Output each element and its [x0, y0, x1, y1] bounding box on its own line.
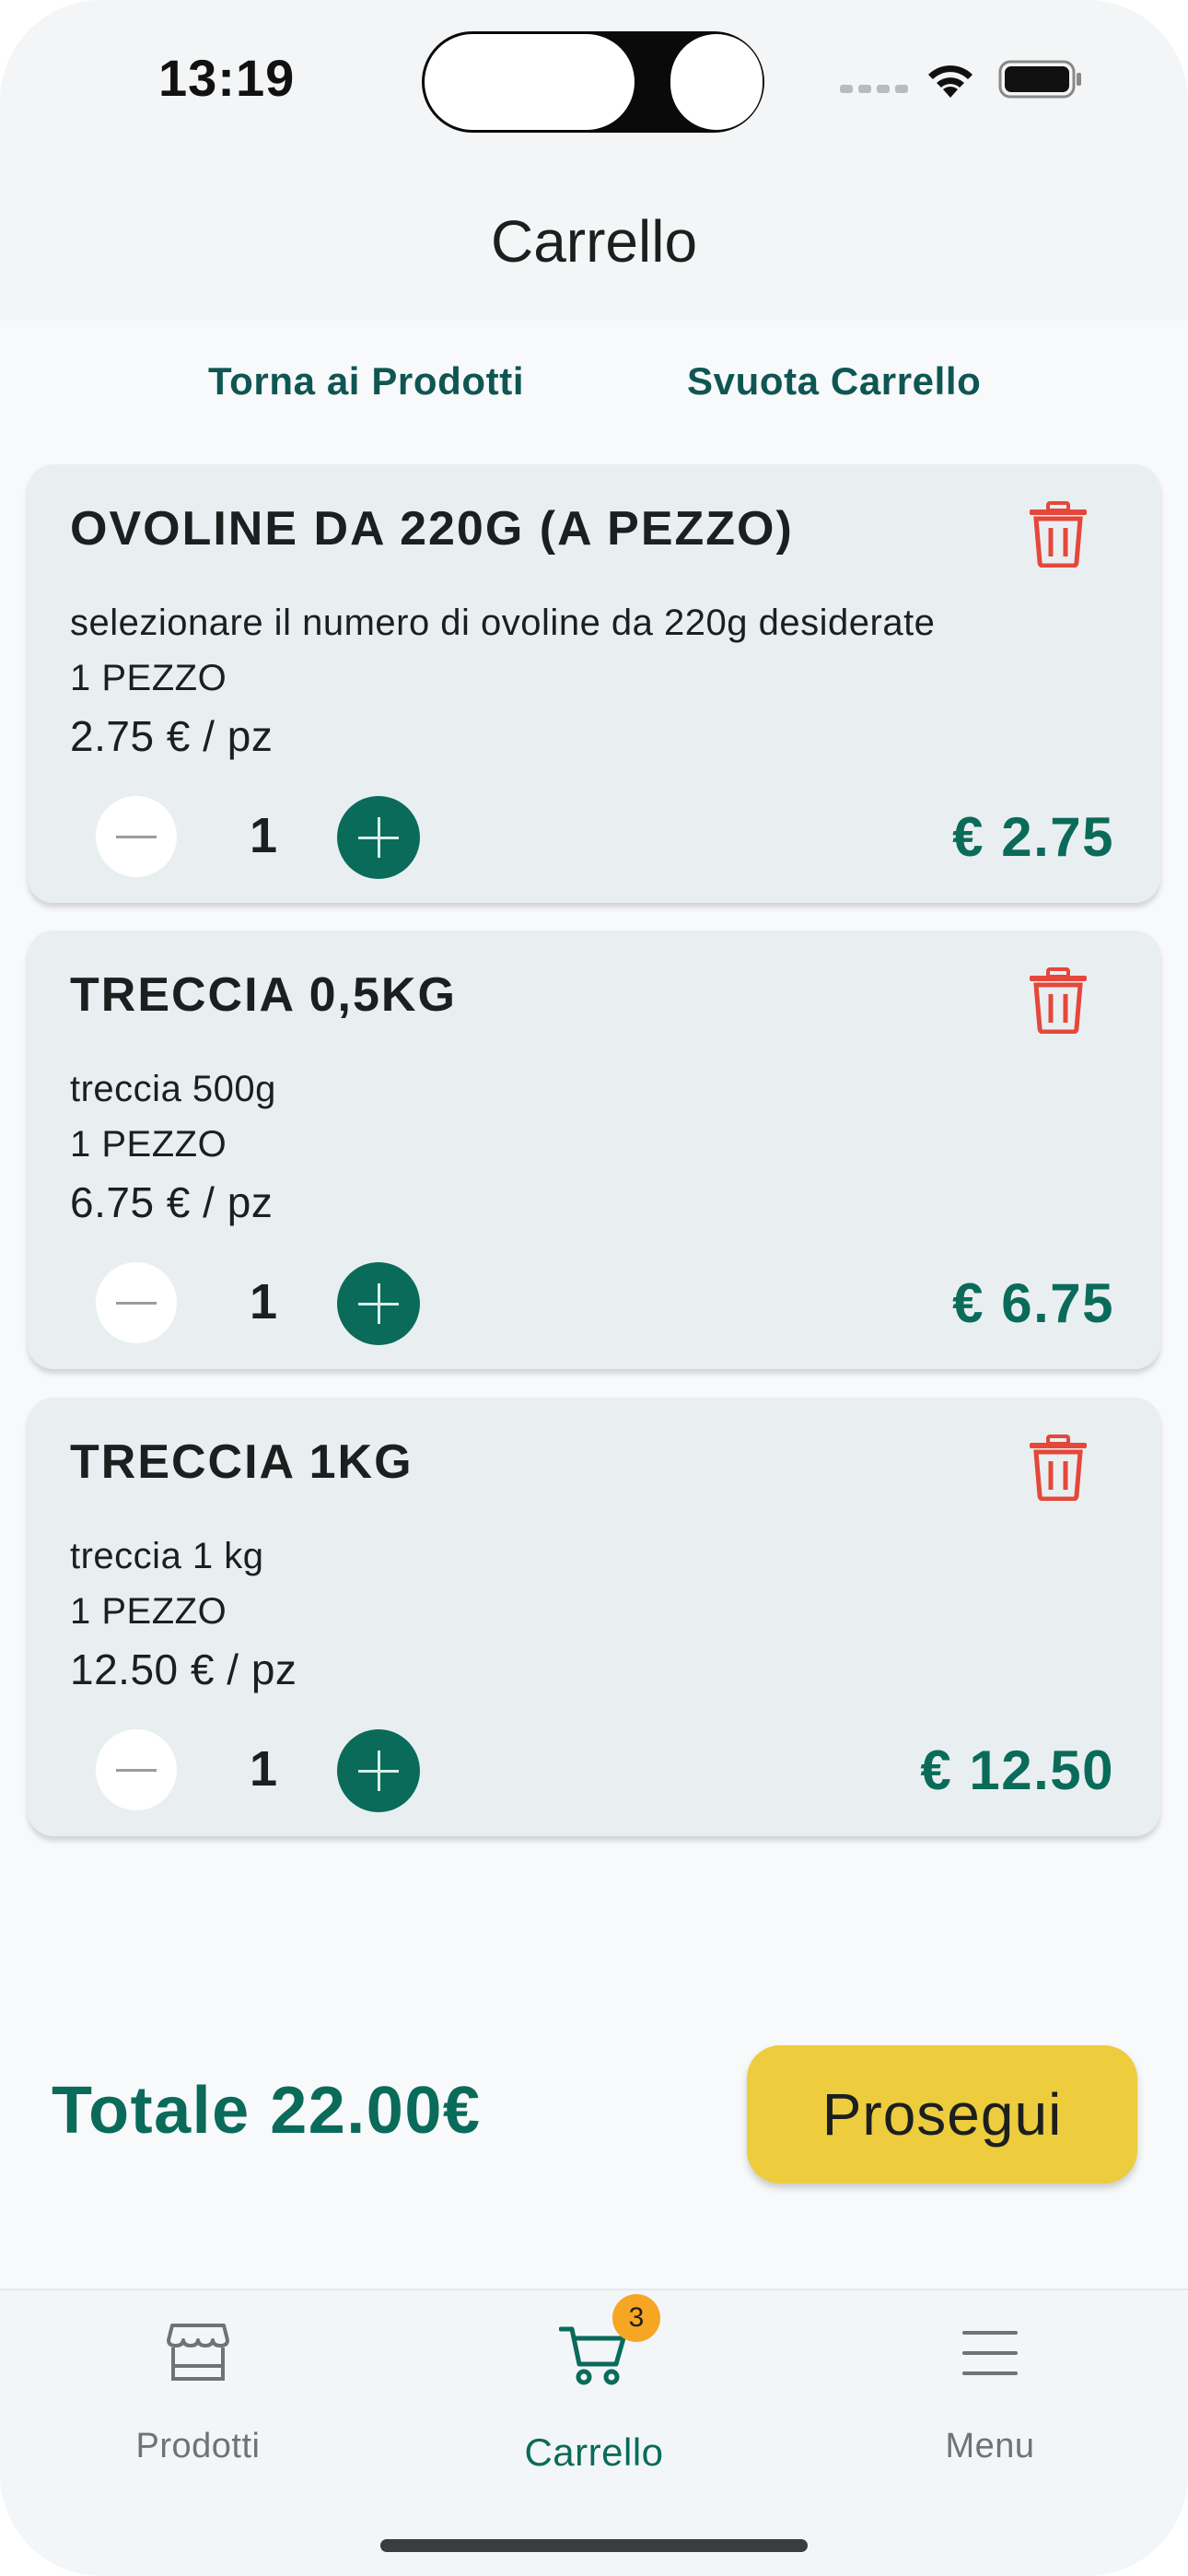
home-indicator[interactable] — [380, 2539, 808, 2552]
phone-screen: 13:19 Carrello Torna ai Prodotti Svuota … — [0, 0, 1188, 2576]
cart-count-badge: 3 — [612, 2294, 660, 2342]
item-quantity: 1 — [249, 1741, 278, 1797]
cart-total: Totale 22.00€ — [52, 2074, 482, 2148]
nav-label-cart: Carrello — [524, 2430, 664, 2474]
item-line-total: € 12.50 — [920, 1739, 1114, 1801]
cart-item-card: TRECCIA 0,5KG treccia 500g 1 PEZZO 6.75 … — [28, 931, 1160, 1369]
nav-label-products: Prodotti — [135, 2427, 261, 2465]
cart-actions: Torna ai Prodotti Svuota Carrello — [0, 321, 1188, 450]
store-icon — [167, 2324, 229, 2381]
item-unit-price: 6.75 € / pz — [70, 1178, 274, 1226]
item-description: selezionare il numero di ovoline da 220g… — [70, 603, 936, 643]
proceed-button[interactable]: Prosegui — [747, 2045, 1137, 2184]
nav-item-menu[interactable]: Menu — [852, 2318, 1128, 2475]
item-quantity: 1 — [249, 808, 278, 863]
item-description: treccia 500g — [70, 1069, 276, 1109]
item-name: TRECCIA 0,5KG — [70, 968, 457, 1022]
cart-item-card: OVOLINE DA 220G (A PEZZO) selezionare il… — [28, 464, 1160, 903]
island-pill-left — [425, 34, 635, 130]
item-name: OVOLINE DA 220G (A PEZZO) — [70, 502, 794, 556]
item-unit-price: 12.50 € / pz — [70, 1645, 297, 1693]
cart-item-card: TRECCIA 1KG treccia 1 kg 1 PEZZO 12.50 €… — [28, 1398, 1160, 1836]
status-time: 13:19 — [158, 49, 296, 107]
item-line-total: € 6.75 — [952, 1272, 1114, 1334]
item-line-total: € 2.75 — [952, 806, 1114, 868]
page-title: Carrello — [490, 208, 698, 275]
cellular-signal-icon — [840, 85, 908, 93]
back-to-products-button[interactable]: Torna ai Prodotti — [208, 359, 524, 404]
status-bar: 13:19 — [0, 0, 1188, 157]
clear-cart-button[interactable]: Svuota Carrello — [687, 359, 981, 404]
trash-icon[interactable] — [1028, 967, 1089, 1034]
item-name: TRECCIA 1KG — [70, 1435, 413, 1489]
decrease-quantity-button[interactable] — [96, 796, 177, 877]
item-quantity: 1 — [249, 1274, 278, 1329]
item-unit: 1 PEZZO — [70, 1124, 227, 1165]
nav-item-cart[interactable]: 3 Carrello — [456, 2294, 732, 2475]
decrease-quantity-button[interactable] — [96, 1729, 177, 1810]
menu-icon — [962, 2331, 1018, 2375]
item-description: treccia 1 kg — [70, 1536, 264, 1576]
decrease-quantity-button[interactable] — [96, 1262, 177, 1343]
bottom-navigation: Prodotti 3 Carrello Menu — [0, 2289, 1188, 2576]
item-unit-price: 2.75 € / pz — [70, 712, 274, 760]
increase-quantity-button[interactable] — [337, 1729, 420, 1812]
app-header: Carrello — [0, 157, 1188, 321]
item-unit: 1 PEZZO — [70, 658, 227, 698]
nav-label-menu: Menu — [945, 2427, 1035, 2465]
item-unit: 1 PEZZO — [70, 1591, 227, 1632]
trash-icon[interactable] — [1028, 501, 1089, 568]
increase-quantity-button[interactable] — [337, 1262, 420, 1345]
nav-item-products[interactable]: Prodotti — [60, 2318, 336, 2475]
island-pill-right — [670, 34, 763, 130]
wifi-icon — [928, 65, 973, 98]
trash-icon[interactable] — [1028, 1434, 1089, 1501]
battery-icon — [998, 60, 1081, 99]
increase-quantity-button[interactable] — [337, 796, 420, 879]
